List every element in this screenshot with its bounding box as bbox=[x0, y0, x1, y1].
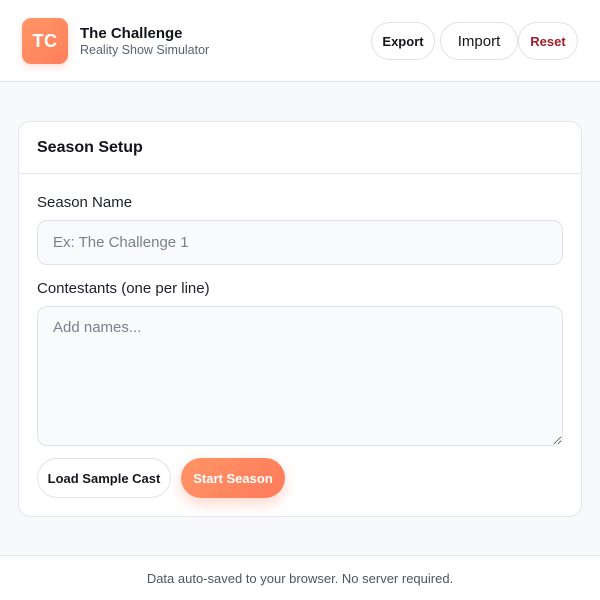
app-header: TC The Challenge Reality Show Simulator … bbox=[0, 0, 600, 82]
export-button[interactable]: Export bbox=[371, 22, 435, 60]
load-sample-cast-button[interactable]: Load Sample Cast bbox=[37, 458, 171, 498]
card-title: Season Setup bbox=[37, 138, 143, 156]
season-name-input[interactable] bbox=[37, 220, 563, 265]
card-header: Season Setup bbox=[19, 122, 581, 174]
season-setup-card: Season Setup Season Name Contestants (on… bbox=[18, 121, 582, 517]
app-root: TC The Challenge Reality Show Simulator … bbox=[0, 0, 600, 600]
footer-text: Data auto-saved to your browser. No serv… bbox=[146, 570, 454, 586]
app-title: The Challenge bbox=[80, 25, 183, 42]
contestants-textarea[interactable] bbox=[37, 306, 563, 446]
app-logo: TC bbox=[22, 18, 68, 64]
contestants-label: Contestants (one per line) bbox=[37, 280, 210, 297]
reset-button[interactable]: Reset bbox=[518, 22, 578, 60]
import-button[interactable]: Import bbox=[440, 22, 518, 60]
app-footer: Data auto-saved to your browser. No serv… bbox=[0, 555, 600, 600]
start-season-button[interactable]: Start Season bbox=[181, 458, 285, 498]
app-subtitle: Reality Show Simulator bbox=[80, 43, 210, 57]
season-name-label: Season Name bbox=[37, 194, 133, 211]
